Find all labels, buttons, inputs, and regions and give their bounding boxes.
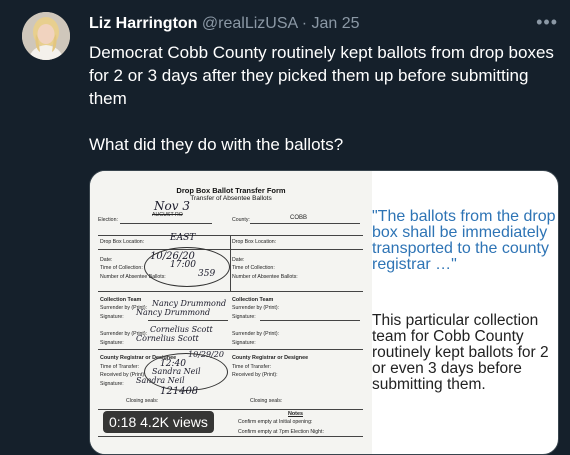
signature2-label: Signature: <box>100 340 124 346</box>
right-time-collection: Time of Collection: <box>232 265 275 271</box>
right-time-transfer: Time of Transfer: <box>232 364 272 370</box>
closing-seals-value: 121408 <box>160 386 199 397</box>
video-time: 0:18 <box>109 414 137 430</box>
time-collection-label: Time of Collection: <box>100 265 143 271</box>
avatar[interactable] <box>22 12 70 60</box>
tweet-text: Democrat Cobb County routinely kept ball… <box>89 41 559 156</box>
quote-text: "The ballots from the drop box shall be … <box>372 208 556 273</box>
tweet-body: Democrat Cobb County routinely kept ball… <box>89 43 554 108</box>
county-value: COBB <box>290 215 308 221</box>
right-date: Date: <box>232 257 245 263</box>
right-signature2: Signature: <box>232 340 256 346</box>
confirm-night-label: Confirm empty at 7pm Election Night: <box>238 429 324 435</box>
tweet-date[interactable]: Jan 25 <box>312 15 360 32</box>
author-name[interactable]: Liz Harrington <box>89 15 197 32</box>
right-number-ballots: Number of Absentee Ballots: <box>232 274 298 280</box>
hand-drawn-circle <box>144 247 230 287</box>
signature-label: Signature: <box>100 314 124 320</box>
form-title: Drop Box Ballot Transfer Form <box>176 186 286 195</box>
drop-box-location-label: Drop Box Location: <box>100 239 145 245</box>
drop-box-location-value: EAST <box>170 233 196 243</box>
signature3-label: Signature: <box>100 381 124 387</box>
note-text: This particular collection team for Cobb… <box>372 312 549 393</box>
video-views: 4.2K views <box>140 414 208 430</box>
right-received-by: Received by (Print): <box>232 372 278 378</box>
right-county-registrar: County Registrar or Designee <box>232 355 309 361</box>
right-drop-box-location: Drop Box Location: <box>232 239 277 245</box>
date-label: Date: <box>100 257 113 263</box>
surrender-by2-value: Cornelius Scott <box>150 325 213 334</box>
right-closing-seals: Closing seals: <box>250 398 283 404</box>
county-label: County: <box>232 217 250 223</box>
more-horizontal-icon[interactable]: ••• <box>536 13 558 31</box>
surrender-by-value: Nancy Drummond <box>152 299 227 308</box>
time-transfer-label: Time of Transfer: <box>100 364 140 370</box>
tweet-video[interactable]: Drop Box Ballot Transfer Form Transfer o… <box>89 170 559 455</box>
confirm-opening-label: Confirm empty at Initial opening: <box>238 419 313 425</box>
form-subtitle: Transfer of Absentee Ballots <box>190 195 272 202</box>
right-signature: Signature: <box>232 314 256 320</box>
notes-label: Notes <box>288 411 303 417</box>
tweet-question: What did they do with the ballots? <box>89 135 344 154</box>
right-surrender-by2: Surrender by (Print): <box>232 331 279 337</box>
separator-dot: · <box>301 15 308 32</box>
closing-seals-label: Closing seals: <box>126 398 159 404</box>
avatar-photo <box>22 12 70 60</box>
right-surrender-by: Surrender by (Print): <box>232 305 279 311</box>
tweet-header: Liz Harrington @realLizUSA · Jan 25 <box>89 13 360 35</box>
election-hand: Nov 3 <box>154 199 190 213</box>
right-collection-team: Collection Team <box>232 297 274 303</box>
election-label: Election: <box>98 217 118 223</box>
signature2-value: Cornelius Scott <box>136 334 199 343</box>
video-timer-badge: 0:18 4.2K views <box>103 411 214 433</box>
author-handle[interactable]: @realLizUSA <box>202 15 297 32</box>
signature-value: Nancy Drummond <box>136 308 211 317</box>
collection-team-label: Collection Team <box>100 297 142 303</box>
